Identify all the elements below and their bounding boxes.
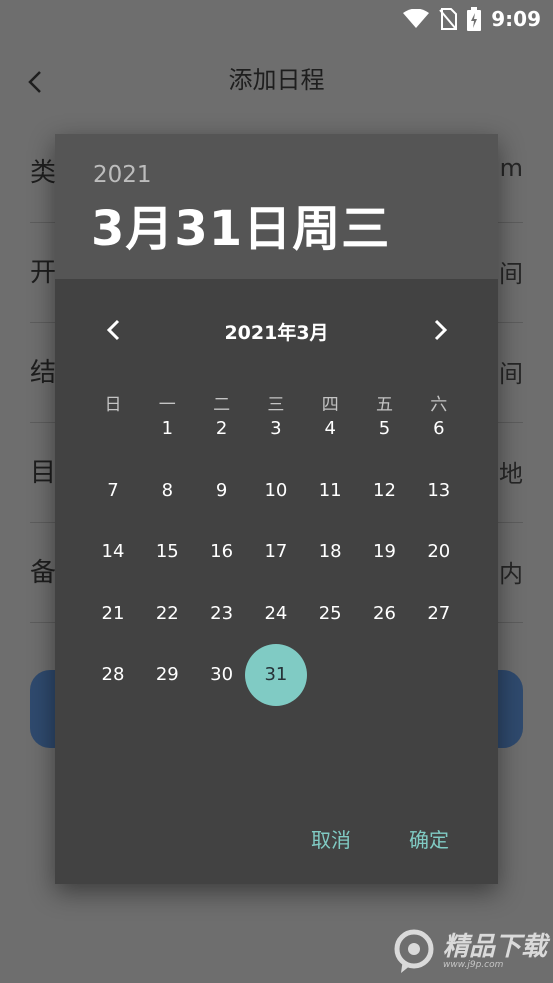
form-row-label: 开 (30, 258, 57, 288)
calendar-day[interactable]: 6 (412, 402, 466, 456)
calendar-day[interactable]: 28 (86, 648, 140, 702)
status-bar: 9:09 (0, 0, 553, 38)
wifi-icon (403, 9, 430, 28)
calendar-day[interactable]: 17 (249, 525, 303, 579)
calendar-grid: 1 2 3 4 5 6 7 8 9 10 11 12 13 14 15 16 17 18 19 20 21 22 23 24 2… (55, 418, 498, 749)
form-row-label: 类 (30, 158, 57, 188)
form-row-value: 间 (499, 360, 523, 388)
calendar-day[interactable]: 22 (140, 587, 194, 641)
form-row-label: 备 (30, 558, 57, 588)
calendar-day-selected[interactable]: 31 (244, 644, 307, 706)
clock: 9:09 (491, 7, 541, 31)
date-picker-header: 2021 3月31日周三 (55, 134, 498, 279)
calendar-day[interactable]: 9 (195, 464, 249, 518)
form-row-label: 目 (30, 458, 57, 488)
calendar-day[interactable]: 23 (195, 587, 249, 641)
calendar-day[interactable]: 18 (303, 525, 357, 579)
date-picker-dialog: 2021 3月31日周三 2021年3月 日一二三四五六 1 2 3 4 5 6 7 8 9 10… (55, 134, 498, 884)
weekday-label: 日 (104, 395, 122, 415)
calendar-day[interactable]: 13 (412, 464, 466, 518)
battery-charging-icon (467, 7, 482, 31)
calendar-day[interactable]: 25 (303, 587, 357, 641)
ok-button[interactable]: 确定 (409, 824, 449, 853)
calendar-day[interactable]: 20 (412, 525, 466, 579)
calendar-day[interactable]: 8 (140, 464, 194, 518)
calendar-day[interactable]: 14 (86, 525, 140, 579)
no-sim-icon (439, 8, 458, 30)
calendar-day[interactable]: 24 (249, 587, 303, 641)
watermark: 精品下载 www.j9p.com (391, 925, 547, 979)
calendar-day[interactable]: 7 (86, 464, 140, 518)
calendar-day[interactable]: 12 (358, 464, 412, 518)
page-title: 添加日程 (228, 66, 325, 94)
form-row-value: m (499, 154, 523, 182)
calendar-day[interactable]: 11 (303, 464, 357, 518)
watermark-text: 精品下载 (442, 932, 547, 962)
calendar-day[interactable]: 19 (358, 525, 412, 579)
calendar-day[interactable]: 21 (86, 587, 140, 641)
calendar-day[interactable]: 29 (140, 648, 194, 702)
calendar-day[interactable]: 27 (412, 587, 466, 641)
selected-date[interactable]: 3月31日周三 (91, 189, 390, 259)
calendar-day[interactable]: 4 (303, 402, 357, 456)
calendar-day[interactable]: 3 (249, 402, 303, 456)
form-row-value: 间 (499, 260, 523, 288)
calendar-day[interactable]: 16 (195, 525, 249, 579)
calendar-day[interactable]: 26 (358, 587, 412, 641)
selected-year[interactable]: 2021 (93, 162, 152, 188)
calendar-day[interactable]: 1 (140, 402, 194, 456)
next-month-icon[interactable] (426, 316, 454, 344)
calendar-day[interactable]: 10 (249, 464, 303, 518)
form-row-value: 内 (499, 560, 523, 588)
app-bar: 添加日程 (0, 38, 553, 120)
calendar-day[interactable]: 30 (195, 648, 249, 702)
form-row-value: 地 (499, 460, 523, 488)
calendar-day[interactable]: 15 (140, 525, 194, 579)
form-row-label: 结 (30, 358, 57, 388)
calendar-day[interactable]: 5 (358, 402, 412, 456)
calendar-day[interactable]: 2 (195, 402, 249, 456)
cancel-button[interactable]: 取消 (311, 824, 351, 853)
watermark-logo-icon (394, 929, 434, 973)
